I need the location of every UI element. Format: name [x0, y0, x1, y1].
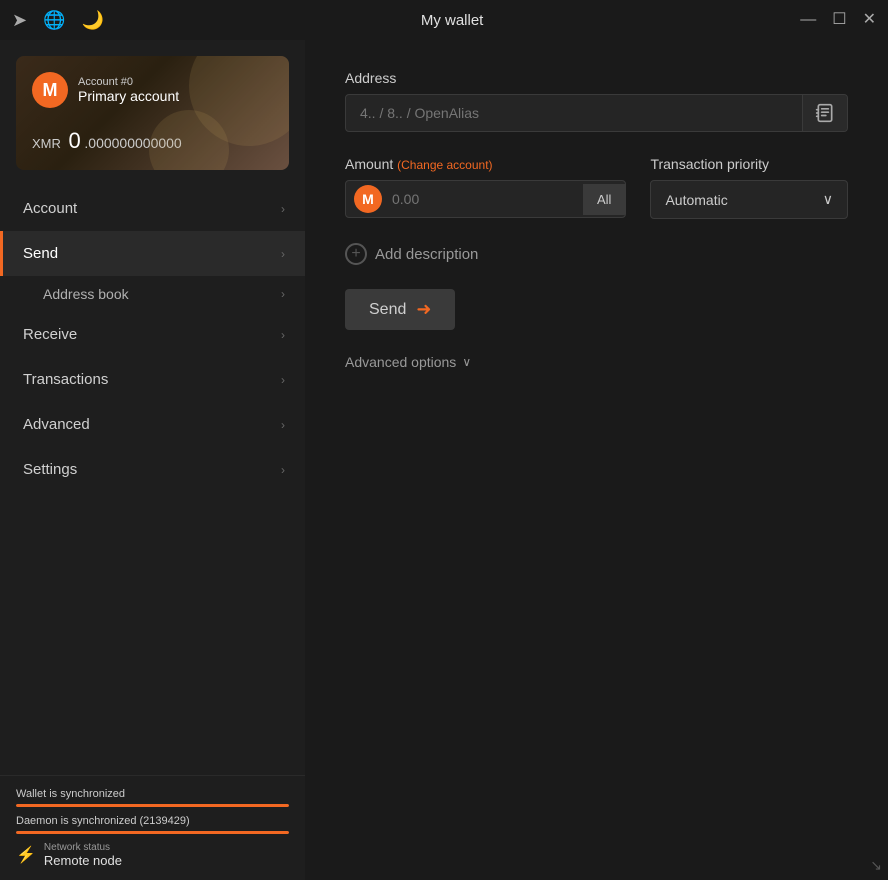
chevron-icon: › [281, 287, 285, 301]
add-description-label: Add description [375, 246, 478, 263]
chevron-icon: › [281, 418, 285, 432]
dropdown-chevron-icon: ∨ [823, 191, 833, 208]
title-bar-left: ➤ 🌐 🌙 [12, 10, 104, 31]
network-status: ⚡ Network status Remote node [16, 842, 289, 868]
network-status-value: Remote node [44, 853, 122, 868]
sidebar-item-address-book[interactable]: Address book › [0, 276, 305, 312]
all-button[interactable]: All [583, 184, 625, 215]
priority-selected: Automatic [665, 192, 727, 208]
account-name: Primary account [78, 88, 179, 104]
wallet-card: M Account #0 Primary account XMR 0 .0000… [16, 56, 289, 170]
account-label: Account #0 [78, 76, 179, 88]
advanced-options-chevron-icon: ∨ [462, 355, 471, 369]
sidebar-bottom: Wallet is synchronized Daemon is synchro… [0, 775, 305, 880]
close-button[interactable]: ✕ [863, 12, 876, 28]
address-input-wrapper [345, 94, 848, 132]
title-bar: ➤ 🌐 🌙 My wallet — ☐ ✕ [0, 0, 888, 40]
chevron-icon: › [281, 463, 285, 477]
moon-icon[interactable]: 🌙 [82, 10, 104, 31]
chevron-icon: › [281, 328, 285, 342]
sidebar-item-settings[interactable]: Settings › [0, 447, 305, 492]
amount-priority-row: Amount (Change account) M All Transactio… [345, 156, 848, 219]
resize-handle[interactable]: ↘ [870, 857, 882, 874]
amount-label: Amount (Change account) [345, 156, 626, 172]
add-description[interactable]: + Add description [345, 243, 848, 265]
advanced-options[interactable]: Advanced options ∨ [345, 354, 848, 370]
sidebar-item-send[interactable]: Send › [0, 231, 305, 276]
nav-items: Account › Send › Address book › Receive … [0, 186, 305, 775]
network-status-label: Network status [44, 842, 122, 853]
currency-label: XMR [32, 136, 61, 151]
globe-icon[interactable]: 🌐 [43, 10, 65, 31]
address-book-button[interactable] [802, 95, 847, 131]
wallet-sync-bar [16, 804, 289, 807]
network-text: Network status Remote node [44, 842, 122, 868]
sidebar-item-advanced[interactable]: Advanced › [0, 402, 305, 447]
chevron-icon: › [281, 202, 285, 216]
monero-logo-large: M [32, 72, 68, 108]
maximize-button[interactable]: ☐ [832, 12, 846, 28]
priority-label: Transaction priority [650, 156, 848, 172]
sidebar-item-transactions[interactable]: Transactions › [0, 357, 305, 402]
sidebar-item-receive[interactable]: Receive › [0, 312, 305, 357]
main-layout: M Account #0 Primary account XMR 0 .0000… [0, 40, 888, 880]
add-description-icon: + [345, 243, 367, 265]
send-arrow-icon: ➜ [416, 299, 431, 320]
address-input[interactable] [346, 95, 802, 131]
address-book-icon [815, 103, 835, 123]
amount-input[interactable] [382, 181, 583, 217]
change-account-link[interactable]: (Change account) [397, 158, 492, 172]
amount-input-wrapper: M All [345, 180, 626, 218]
daemon-sync-bar [16, 831, 289, 834]
sidebar-item-account[interactable]: Account › [0, 186, 305, 231]
monero-icon-small: M [354, 185, 382, 213]
window-controls: — ☐ ✕ [800, 12, 876, 28]
daemon-sync-label: Daemon is synchronized (2139429) [16, 815, 289, 827]
app-title: My wallet [104, 12, 800, 29]
wallet-sync-label: Wallet is synchronized [16, 788, 289, 800]
amount-section: Amount (Change account) M All [345, 156, 626, 218]
address-label: Address [345, 70, 848, 86]
transfer-icon[interactable]: ➤ [12, 10, 27, 31]
sidebar: M Account #0 Primary account XMR 0 .0000… [0, 40, 305, 880]
send-button[interactable]: Send ➜ [345, 289, 455, 330]
send-button-label: Send [369, 301, 406, 319]
advanced-options-label: Advanced options [345, 354, 456, 370]
main-content: Address Amount (Change acco [305, 40, 888, 880]
daemon-sync-fill [16, 831, 289, 834]
balance-integer: 0 [69, 128, 81, 153]
chevron-icon: › [281, 247, 285, 261]
minimize-button[interactable]: — [800, 12, 816, 28]
wallet-name: Account #0 Primary account [78, 76, 179, 104]
priority-dropdown[interactable]: Automatic ∨ [650, 180, 848, 219]
wallet-sync-fill [16, 804, 289, 807]
bolt-icon: ⚡ [16, 845, 36, 865]
priority-section: Transaction priority Automatic ∨ [650, 156, 848, 219]
chevron-icon: › [281, 373, 285, 387]
